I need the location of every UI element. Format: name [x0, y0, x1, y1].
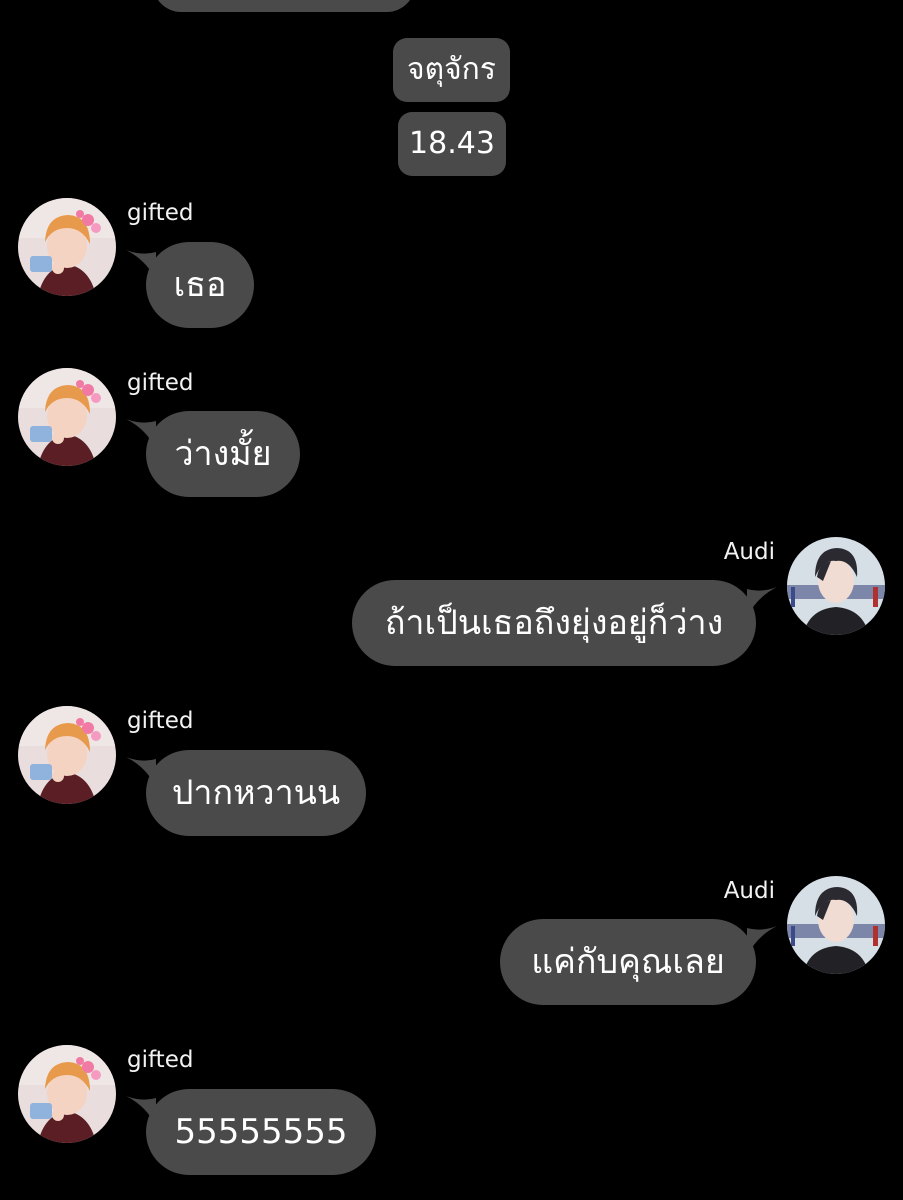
sender-name: Audi: [723, 539, 775, 565]
message-bubble[interactable]: ปากหวานน: [146, 750, 366, 836]
sender-name: gifted: [127, 708, 194, 734]
message-bubble[interactable]: เธอ: [146, 242, 254, 328]
gifted-avatar[interactable]: [18, 1045, 116, 1143]
time-label: 18.43: [398, 112, 506, 176]
sender-name: gifted: [127, 1047, 194, 1073]
message-bubble[interactable]: ว่างมั้ย: [146, 411, 300, 497]
gifted-avatar[interactable]: [18, 198, 116, 296]
audi-avatar[interactable]: [787, 537, 885, 635]
gifted-avatar[interactable]: [18, 706, 116, 804]
sender-name: gifted: [127, 370, 194, 396]
sender-name: gifted: [127, 200, 194, 226]
message-bubble[interactable]: ถ้าเป็นเธอถึงยุ่งอยู่ก็ว่าง: [352, 580, 756, 666]
message-bubble[interactable]: 55555555: [146, 1089, 376, 1175]
sender-name: Audi: [723, 878, 775, 904]
audi-avatar[interactable]: [787, 876, 885, 974]
message-bubble[interactable]: แค่กับคุณเลย: [500, 919, 756, 1005]
location-label: จตุจักร: [393, 38, 510, 102]
gifted-avatar[interactable]: [18, 368, 116, 466]
previous-message-bubble: [153, 0, 415, 12]
